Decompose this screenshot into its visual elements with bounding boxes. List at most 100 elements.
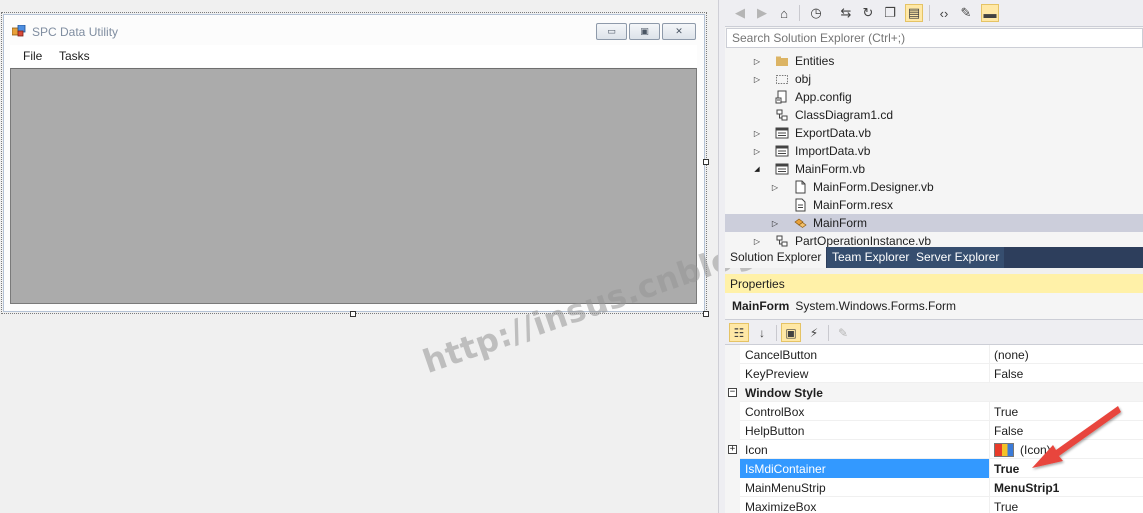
refresh-icon[interactable]: ↻ [859,4,877,22]
menu-item-tasks[interactable]: Tasks [59,49,90,63]
property-name: ControlBox [740,402,990,421]
back-icon[interactable]: ◀ [731,4,749,22]
tree-item[interactable]: ▷ Entities [725,52,1143,70]
tab-server-explorer[interactable]: Server Explorer [911,247,1005,268]
property-category-row[interactable]: − Window Style [725,383,1143,402]
tree-item-label: MainForm [813,216,868,230]
expand-arrow-icon[interactable]: ▷ [752,55,762,67]
property-value[interactable]: (Icon) [990,440,1143,459]
property-value[interactable]: True [990,402,1143,421]
forward-icon[interactable]: ▶ [753,4,771,22]
view-code-icon[interactable]: ‹› [935,4,953,22]
vb-file-icon [795,180,806,194]
tree-item-label: PartOperationInstance.vb [795,234,932,248]
property-name: Window Style [745,386,823,400]
form-menu-strip[interactable]: File Tasks [10,45,697,67]
property-row-margin [725,402,740,421]
property-row[interactable]: MaximizeBox True [725,497,1143,513]
history-icon[interactable]: ◷ [807,4,825,22]
collapse-arrow-icon[interactable]: ◢ [752,163,762,175]
expand-arrow-icon[interactable]: ▷ [752,145,762,157]
tree-item[interactable]: ◢ MainForm.vb [725,160,1143,178]
solution-explorer-toolbar: ◀ ▶ ⌂ ◷ ⇆ ↻ ❐ ▤ ‹› ✎ ▬ [725,0,1143,27]
property-value[interactable]: True [990,459,1143,478]
property-row[interactable]: + Icon (Icon) [725,440,1143,459]
property-row[interactable]: ControlBox True [725,402,1143,421]
tree-item[interactable]: MainForm.resx [725,196,1143,214]
form-title: SPC Data Utility [32,25,119,39]
tree-item[interactable]: ▷ MainForm [725,214,1143,232]
property-row[interactable]: KeyPreview False [725,364,1143,383]
resize-handle-bottom-right[interactable] [703,311,709,317]
preview-icon[interactable]: ▬ [981,4,999,22]
property-pages-wrench-icon[interactable]: ✎ [833,323,853,342]
tab-team-explorer[interactable]: Team Explorer [827,247,915,268]
property-row[interactable]: IsMdiContainer True [725,459,1143,478]
tree-item-label: MainForm.resx [813,198,894,212]
tree-item[interactable]: ▷ PartOperationInstance.vb [725,232,1143,248]
collapse-all-icon[interactable]: ❐ [881,4,899,22]
tree-item[interactable]: App.config [725,88,1143,106]
property-row[interactable]: MainMenuStrip MenuStrip1 [725,478,1143,497]
property-value-text: True [994,405,1019,419]
property-row-margin [725,478,740,497]
form-designer-surface[interactable]: SPC Data Utility ▭ ▣ ✕ File Tasks http:/… [0,0,863,513]
expand-arrow-icon[interactable]: ▷ [752,127,762,139]
tree-item[interactable]: ▷ ExportData.vb [725,124,1143,142]
categorized-icon[interactable]: ☷ [729,323,749,342]
expand-arrow-icon[interactable]: ▷ [770,181,780,193]
form-minimize-button[interactable]: ▭ [596,23,627,40]
solution-explorer-search[interactable] [726,28,1143,48]
property-row[interactable]: CancelButton (none) [725,345,1143,364]
resize-handle-right[interactable] [703,159,709,165]
property-row-margin [725,421,740,440]
form-close-button[interactable]: ✕ [662,23,696,40]
property-value[interactable]: False [990,364,1143,383]
expand-arrow-icon[interactable]: ▷ [752,235,762,247]
tree-item[interactable]: ▷ MainForm.Designer.vb [725,178,1143,196]
designer-form-window[interactable]: SPC Data Utility ▭ ▣ ✕ File Tasks [1,12,707,314]
tab-solution-explorer[interactable]: Solution Explorer [725,247,827,268]
property-row-margin[interactable]: − [725,383,740,402]
panel-splitter[interactable] [718,0,725,513]
property-value[interactable]: False [990,421,1143,440]
alphabetical-icon[interactable]: ↓ [752,323,772,342]
property-name: HelpButton [740,421,990,440]
tree-item[interactable]: ▷ obj [725,70,1143,88]
minimize-icon: ▭ [607,26,616,36]
tree-item[interactable]: ClassDiagram1.cd [725,106,1143,124]
collapse-box-icon[interactable]: − [728,388,737,397]
form-maximize-button[interactable]: ▣ [629,23,660,40]
menu-item-file[interactable]: File [23,49,42,63]
resize-handle-bottom[interactable] [350,311,356,317]
events-lightning-icon[interactable]: ⚡ [804,323,824,342]
resx-file-icon [795,198,806,212]
properties-wrench-icon[interactable]: ✎ [957,4,975,22]
properties-object-selector[interactable]: MainForm System.Windows.Forms.Form [725,294,1143,318]
tree-item[interactable]: ▷ ImportData.vb [725,142,1143,160]
property-name: MaximizeBox [740,497,990,513]
show-all-files-icon[interactable]: ▤ [905,4,923,22]
mdi-client-area[interactable] [10,68,697,304]
toolbar-separator [799,5,800,21]
home-icon[interactable]: ⌂ [775,4,793,22]
property-grid: CancelButton (none) KeyPreview False − Window… [725,345,1143,513]
property-value-text: True [994,462,1020,476]
property-value-text: MenuStrip1 [994,481,1060,495]
property-row[interactable]: HelpButton False [725,421,1143,440]
property-value[interactable]: True [990,497,1143,513]
property-row-margin [725,497,740,513]
sync-icon[interactable]: ⇆ [837,4,855,22]
expand-box-icon[interactable]: + [728,445,737,454]
property-value[interactable]: (none) [990,345,1143,364]
expand-arrow-icon[interactable]: ▷ [770,217,780,229]
expand-arrow-icon[interactable]: ▷ [752,73,762,85]
tree-item-label: obj [795,72,812,86]
property-value[interactable]: MenuStrip1 [990,478,1143,497]
properties-view-icon[interactable]: ▣ [781,323,801,342]
search-input[interactable] [727,29,1142,47]
property-row-margin[interactable]: + [725,440,740,459]
tree-item-label: MainForm.Designer.vb [813,180,934,194]
